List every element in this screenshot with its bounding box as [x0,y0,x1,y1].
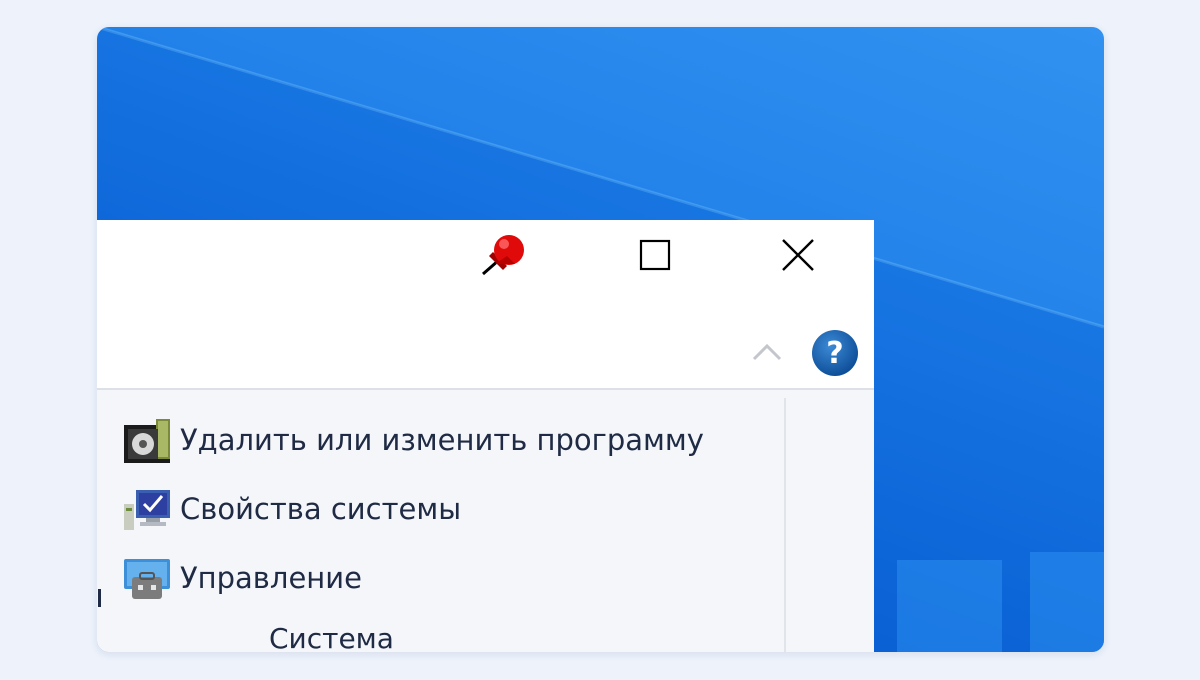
uninstall-program-link[interactable]: Удалить или изменить программу [122,412,704,468]
help-icon: ? [812,330,858,376]
computer-management-link[interactable]: Управление [122,550,362,606]
help-button[interactable]: ? [810,328,860,378]
maximize-icon [639,239,671,271]
svg-text:?: ? [826,336,843,371]
maximize-button[interactable] [625,230,685,280]
item-label: Удалить или изменить программу [180,423,704,457]
red-pushpin-icon[interactable] [479,228,531,280]
tasks-pane: Удалить или изменить программу Свойства … [97,390,874,652]
computer-management-icon [124,559,170,599]
section-label: Система [269,622,394,652]
chevron-up-icon [752,343,782,361]
item-label: Свойства системы [180,492,462,526]
close-button[interactable] [768,230,828,280]
system-properties-link[interactable]: Свойства системы [122,481,461,537]
item-label: Управление [180,561,362,595]
close-icon [782,239,814,271]
uninstall-program-icon [124,419,170,463]
system-properties-icon [124,490,170,530]
clipped-text-fragment [98,589,101,607]
ribbon-collapse-button[interactable] [749,334,785,370]
title-bar [97,220,874,315]
pane-separator [784,398,786,652]
screenshot-frame: ? Удалить или изменить программу Свойств… [97,27,1104,652]
control-panel-window: ? Удалить или изменить программу Свойств… [97,220,874,652]
